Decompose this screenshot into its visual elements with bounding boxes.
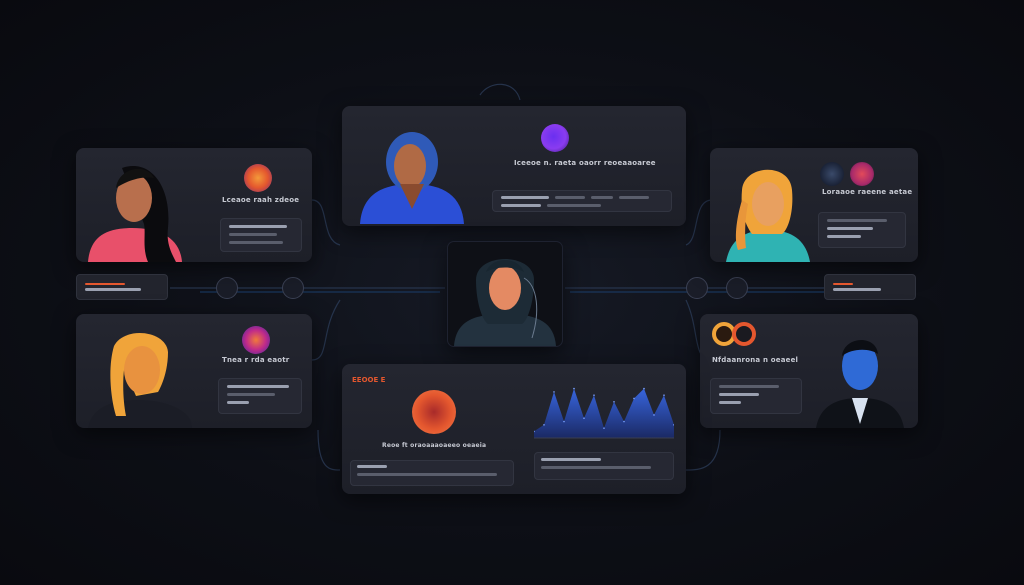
analytics-card-bottom[interactable]: EEOOE E Reoe ft oraoaaaoaeeo oeaeia bbox=[342, 364, 686, 494]
connector-node[interactable] bbox=[726, 277, 748, 299]
profile-card-right-top[interactable]: Loraaoe raeene aetae bbox=[710, 148, 918, 262]
woman-hood-avatar bbox=[454, 259, 556, 346]
orange-badge-icon bbox=[732, 322, 756, 346]
chart-point bbox=[563, 420, 565, 423]
chart-point bbox=[633, 397, 635, 400]
red-badge-icon bbox=[412, 390, 456, 434]
chart-point bbox=[553, 391, 555, 393]
card-info-box bbox=[492, 190, 672, 212]
card-title: Nfdaanrona n oeaeel bbox=[712, 356, 799, 364]
dark-badge-icon bbox=[820, 162, 844, 186]
chart-point bbox=[613, 400, 615, 403]
red-badge-icon bbox=[850, 162, 874, 186]
chart-point bbox=[643, 387, 645, 390]
chart-point bbox=[653, 414, 655, 416]
status-pill-right[interactable] bbox=[824, 274, 916, 300]
card-header: EEOOE E bbox=[352, 376, 386, 384]
chart-info-box bbox=[534, 452, 674, 480]
card-info-box bbox=[218, 378, 302, 414]
featured-profile-card[interactable] bbox=[448, 242, 562, 346]
orange-badge-icon bbox=[244, 164, 272, 192]
chart-point bbox=[623, 420, 625, 423]
connector-node[interactable] bbox=[282, 277, 304, 299]
chart-area bbox=[534, 388, 674, 438]
card-title: Loraaoe raeene aetae bbox=[822, 188, 913, 196]
connector-node[interactable] bbox=[686, 277, 708, 299]
chart-point bbox=[583, 417, 585, 420]
profile-card-top-center[interactable]: Iceeoe n. raeta oaorr reoeaaoaree bbox=[342, 106, 686, 226]
network-canvas: Iceeoe n. raeta oaorr reoeaaoaree Lceaoe… bbox=[0, 0, 1024, 585]
purple-badge-icon bbox=[541, 124, 569, 152]
profile-card-left-bottom[interactable]: Tnea r rda eaotr bbox=[76, 314, 312, 428]
chart-point bbox=[663, 394, 665, 396]
status-pill-left[interactable] bbox=[76, 274, 168, 300]
card-info-box bbox=[220, 218, 302, 252]
connector-node[interactable] bbox=[216, 277, 238, 299]
card-info-box bbox=[818, 212, 906, 248]
woman-dark-hair-avatar bbox=[88, 165, 182, 262]
chart-point bbox=[593, 394, 595, 396]
card-title: Iceeoe n. raeta oaorr reoeaaoaree bbox=[514, 159, 656, 167]
chart-point bbox=[543, 424, 545, 426]
card-info-box bbox=[350, 460, 514, 486]
profile-card-right-bottom[interactable]: Nfdaanrona n oeaeel bbox=[700, 314, 918, 428]
man-suit-avatar bbox=[816, 339, 904, 428]
woman-blonde-avatar bbox=[726, 169, 810, 262]
man-blue-avatar bbox=[360, 132, 464, 224]
pink-badge-icon bbox=[242, 326, 270, 354]
card-caption: Reoe ft oraoaaaoaeeo oeaeia bbox=[382, 442, 487, 449]
card-title: Lceaoe raah zdeoe bbox=[222, 196, 300, 204]
profile-card-left-top[interactable]: Lceaoe raah zdeoe bbox=[76, 148, 312, 262]
woman-yellow-hair-avatar bbox=[88, 333, 192, 428]
card-title: Tnea r rda eaotr bbox=[222, 356, 290, 364]
card-info-box bbox=[710, 378, 802, 414]
activity-chart bbox=[534, 387, 674, 439]
chart-point bbox=[573, 387, 575, 390]
chart-point bbox=[603, 427, 605, 429]
